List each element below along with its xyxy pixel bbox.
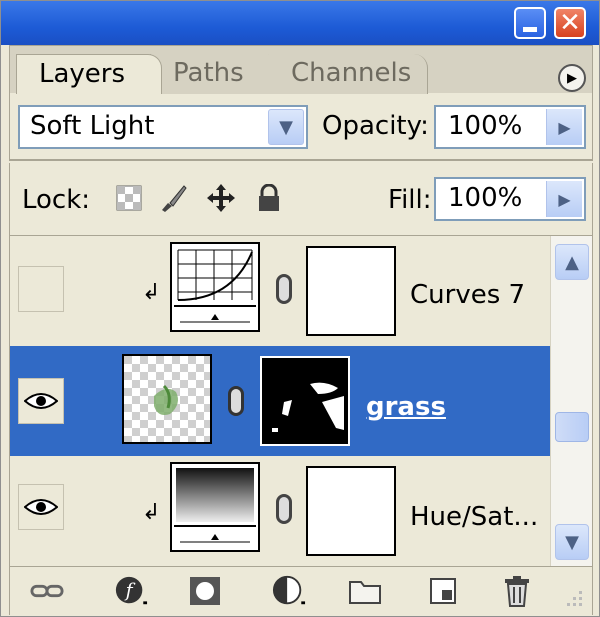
tab-strip: Channels Paths Layers ▶ — [9, 45, 593, 94]
lock-image-icon[interactable] — [158, 183, 188, 213]
visibility-toggle[interactable] — [18, 266, 64, 312]
layer-mask-thumbnail[interactable] — [306, 246, 396, 336]
mask-link-icon[interactable] — [228, 386, 244, 416]
link-icon[interactable] — [30, 575, 64, 607]
layer-name: Curves 7 — [410, 280, 526, 310]
lock-row: Lock: Fill: 100% ▶ — [9, 163, 593, 235]
group-folder-icon[interactable] — [348, 575, 382, 607]
opacity-label: Opacity: — [322, 111, 429, 141]
scroll-thumb[interactable] — [555, 412, 589, 442]
opacity-value: 100% — [448, 111, 523, 141]
lock-transparency-icon[interactable] — [114, 183, 144, 213]
mask-link-icon[interactable] — [276, 274, 292, 304]
lock-label: Lock: — [22, 185, 91, 215]
tab-paths[interactable]: Paths — [150, 54, 282, 94]
close-icon[interactable]: ✕ — [554, 7, 586, 39]
layer-mask-thumbnail[interactable] — [260, 356, 350, 446]
fill-field[interactable]: 100% ▶ — [434, 177, 586, 221]
scroll-down-icon[interactable]: ▼ — [555, 524, 589, 560]
clip-arrow-icon: ↲ — [142, 500, 161, 525]
blend-mode-value: Soft Light — [30, 111, 155, 141]
new-layer-icon[interactable] — [426, 575, 460, 607]
layer-name: Hue/Sat... — [410, 502, 539, 532]
tab-layers-label: Layers — [39, 59, 126, 89]
layer-style-icon[interactable]: f — [114, 575, 148, 607]
scroll-up-icon[interactable]: ▲ — [555, 244, 589, 280]
layer-row-selected[interactable]: grass — [10, 346, 550, 456]
mask-icon[interactable] — [188, 575, 222, 607]
hue-saturation-adjustment-icon[interactable] — [170, 462, 260, 552]
layers-scrollbar[interactable]: ▲ ▼ — [550, 236, 592, 566]
eye-icon[interactable] — [18, 378, 64, 424]
adjustment-layer-icon[interactable] — [272, 575, 306, 607]
curves-adjustment-icon[interactable] — [170, 242, 260, 332]
eye-icon[interactable] — [18, 484, 64, 530]
blend-mode-select[interactable]: Soft Light ▼ — [18, 105, 308, 149]
opacity-slider-arrow-icon[interactable]: ▶ — [546, 109, 582, 145]
opacity-field[interactable]: 100% ▶ — [434, 105, 586, 149]
tab-channels-label: Channels — [291, 58, 412, 88]
clip-arrow-icon: ↲ — [142, 280, 161, 305]
resize-grip-icon[interactable] — [556, 581, 590, 613]
layer-thumbnail[interactable] — [122, 354, 212, 444]
lock-all-icon[interactable] — [254, 183, 284, 213]
bottom-toolbar: f — [9, 567, 593, 615]
lock-position-icon[interactable] — [206, 183, 236, 213]
title-bar[interactable]: ✕ — [1, 1, 599, 45]
layer-name: grass — [366, 392, 446, 422]
triangle-right-icon: ▶ — [567, 70, 577, 86]
palette-menu-button[interactable]: ▶ — [558, 64, 586, 92]
tab-paths-label: Paths — [173, 58, 244, 88]
divider — [9, 159, 593, 161]
tab-layers[interactable]: Layers — [16, 54, 162, 94]
fill-slider-arrow-icon[interactable]: ▶ — [546, 181, 582, 217]
layer-mask-thumbnail[interactable] — [306, 466, 396, 556]
layers-list: ↲ Curves 7 grass ↲ Hue/Sat... ▲ ▼ — [9, 235, 593, 567]
chevron-down-icon[interactable]: ▼ — [268, 109, 304, 145]
trash-icon[interactable] — [500, 575, 534, 607]
layer-row[interactable]: ↲ Curves 7 — [10, 236, 550, 346]
blend-row: Soft Light ▼ Opacity: 100% ▶ — [9, 93, 593, 159]
fill-value: 100% — [448, 183, 523, 213]
minimize-icon[interactable] — [514, 7, 546, 39]
layers-palette: ✕ Channels Paths Layers ▶ Soft Light ▼ O… — [0, 0, 600, 617]
mask-link-icon[interactable] — [276, 494, 292, 524]
layer-row[interactable]: ↲ Hue/Sat... — [10, 456, 550, 566]
tab-channels[interactable]: Channels — [268, 54, 428, 94]
fill-label: Fill: — [388, 185, 432, 215]
